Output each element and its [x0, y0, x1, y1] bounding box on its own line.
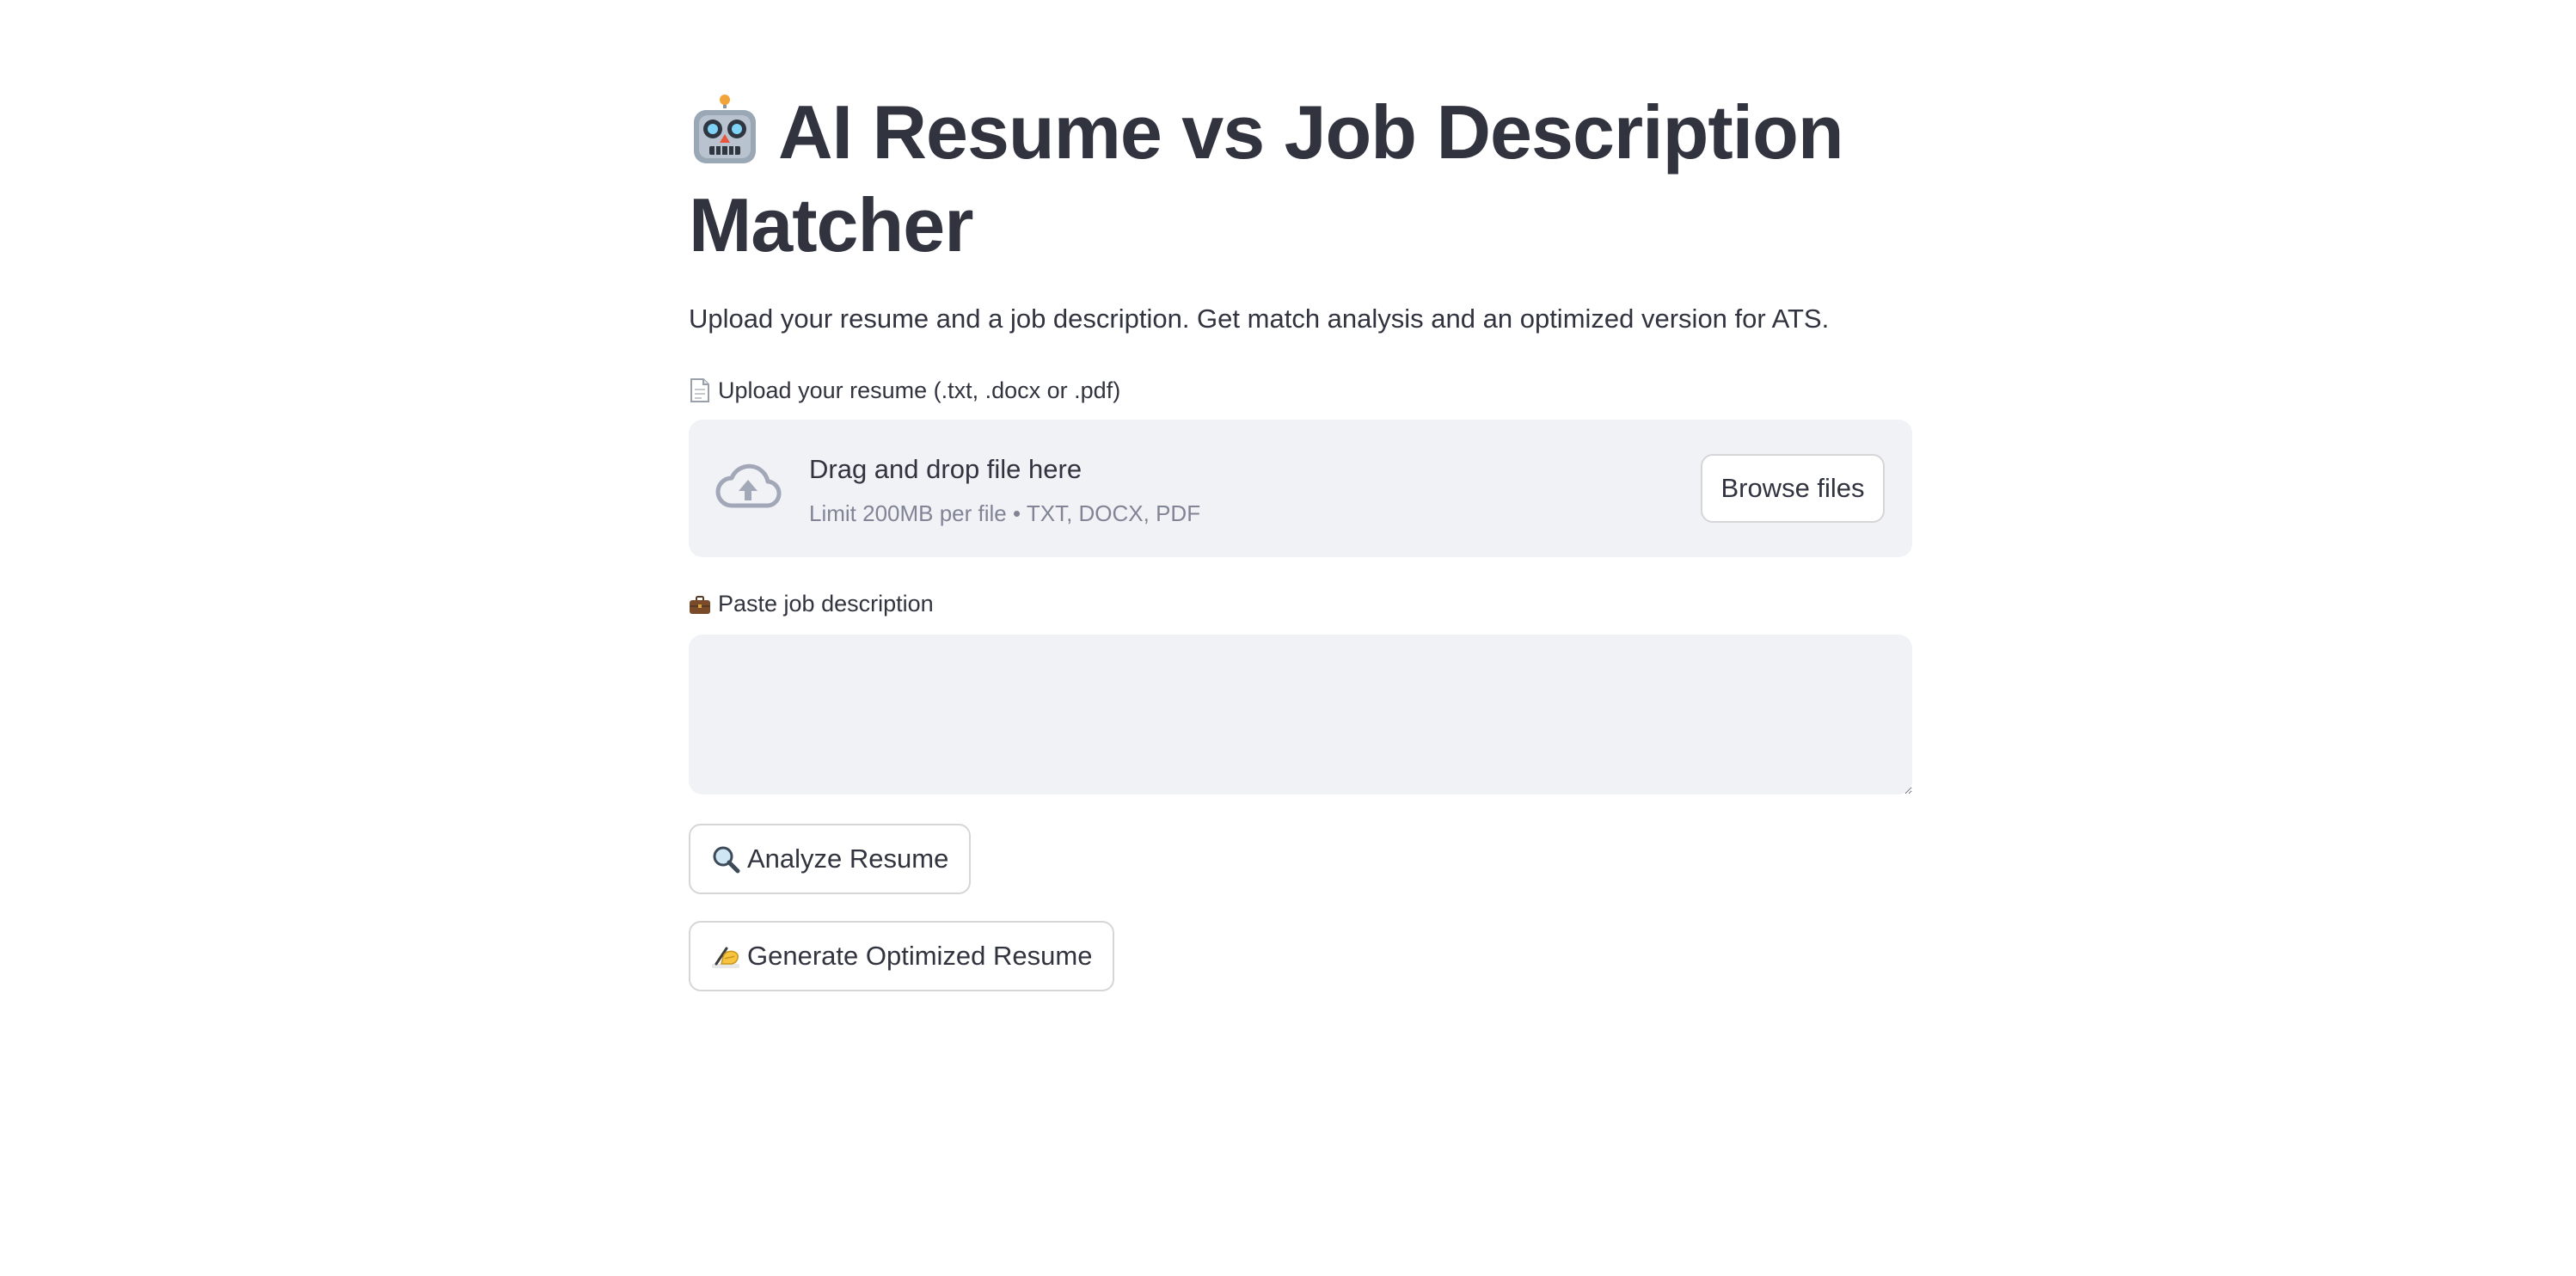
resume-upload-label: Upload your resume (.txt, .docx or .pdf) [689, 375, 1120, 406]
resume-upload-label-text: Upload your resume (.txt, .docx or .pdf) [718, 377, 1121, 403]
dropzone-limit-text: Limit 200MB per file • TXT, DOCX, PDF [809, 500, 1201, 526]
magnifier-icon [713, 846, 740, 874]
page-icon [690, 378, 709, 402]
page-title-text: AI Resume vs Job Description Matcher [689, 89, 1844, 267]
page-title: AI Resume vs Job Description Matcher [689, 86, 1912, 272]
job-description-label: Paste job description [689, 588, 934, 619]
cloud-upload-icon [715, 463, 782, 508]
job-description-textarea[interactable] [689, 635, 1912, 794]
browse-files-button[interactable]: Browse files [1701, 454, 1885, 523]
page-subtitle: Upload your resume and a job description… [689, 304, 1830, 334]
analyze-resume-button[interactable]: Analyze Resume [689, 824, 972, 894]
robot-icon [694, 95, 756, 163]
briefcase-icon [690, 596, 710, 614]
job-description-label-text: Paste job description [718, 591, 934, 617]
analyze-resume-label: Analyze Resume [747, 844, 949, 874]
dropzone-instructions: Drag and drop file here [809, 454, 1083, 484]
generate-optimized-resume-button[interactable]: Generate Optimized Resume [689, 921, 1115, 991]
writing-hand-icon [712, 947, 739, 968]
file-dropzone[interactable]: Drag and drop file here Limit 200MB per … [689, 420, 1912, 557]
generate-optimized-resume-label: Generate Optimized Resume [747, 941, 1093, 971]
